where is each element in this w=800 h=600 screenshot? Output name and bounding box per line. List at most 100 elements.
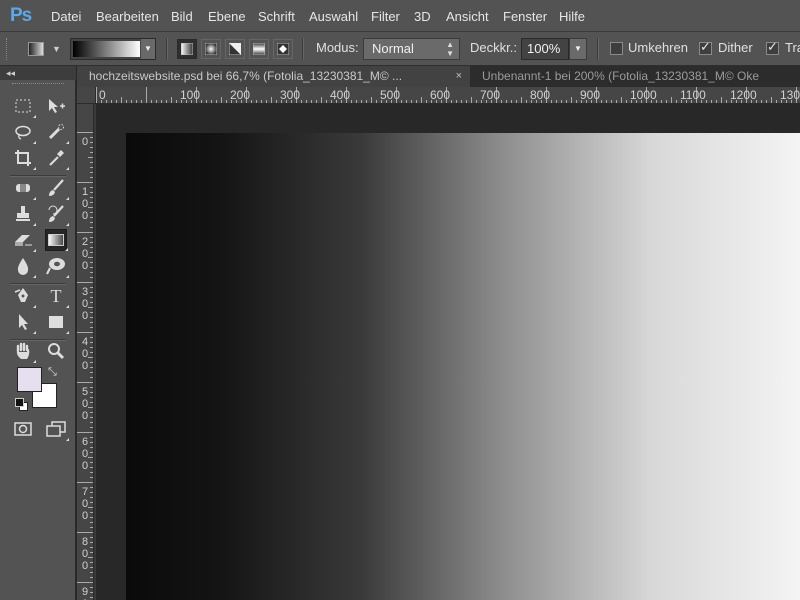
diamond-gradient-button[interactable]	[273, 39, 293, 59]
updown-arrows-icon: ▲ ▼	[446, 40, 454, 58]
gradient-tool-icon[interactable]	[45, 229, 68, 251]
divider	[597, 38, 599, 60]
swap-colors-icon[interactable]: ⤡	[48, 366, 57, 379]
ruler-label: 900	[580, 88, 601, 102]
tool-preset-icon	[28, 42, 44, 56]
diamond-gradient-icon	[277, 43, 289, 55]
ruler-label: 600	[81, 436, 89, 472]
document-canvas[interactable]	[126, 133, 800, 600]
spot-healing-tool-icon[interactable]	[12, 177, 36, 200]
ruler-label: 800	[530, 88, 551, 102]
pen-tool-icon[interactable]	[12, 285, 36, 308]
menu-schrift[interactable]: Schrift	[258, 0, 295, 32]
move-tool-icon[interactable]	[45, 95, 67, 117]
opacity-dropdown-button[interactable]: ▼	[569, 38, 587, 60]
menu-fenster[interactable]: Fenster	[503, 0, 547, 32]
marquee-tool-icon[interactable]	[12, 95, 36, 118]
ruler-label: 500	[380, 88, 401, 102]
radial-gradient-icon	[205, 43, 217, 55]
opacity-value: 100%	[527, 41, 561, 56]
divider	[302, 38, 304, 60]
close-icon[interactable]: ×	[456, 66, 462, 87]
mode-select[interactable]: Normal ▲ ▼	[363, 38, 460, 60]
default-colors-icon[interactable]	[15, 398, 28, 411]
opacity-label: Deckkr.:	[470, 40, 517, 55]
tab-unbenannt-1[interactable]: Unbenannt-1 bei 200% (Fotolia_13230381_M…	[470, 66, 800, 87]
ruler-label: 100	[180, 88, 201, 102]
menu-3d[interactable]: 3D	[414, 0, 431, 32]
mode-label: Modus:	[316, 40, 359, 55]
menu-ansicht[interactable]: Ansicht	[446, 0, 489, 32]
menu-auswahl[interactable]: Auswahl	[309, 0, 358, 32]
vertical-ruler[interactable]: 0 100 200 300 400 500 600 700 800 900	[77, 104, 94, 600]
ruler-label: 400	[81, 336, 89, 372]
ruler-label: 1100	[680, 88, 706, 102]
history-brush-tool-icon[interactable]	[45, 203, 69, 226]
menu-datei[interactable]: Datei	[51, 0, 81, 32]
screen-mode-icon[interactable]	[45, 418, 69, 441]
transparency-label: Tra	[785, 40, 800, 55]
chevron-down-icon[interactable]: ▼	[141, 39, 155, 59]
horizontal-ruler[interactable]: 0 100 200 300 400 500 600 700 800 900 10…	[96, 87, 800, 104]
document-tab-bar: hochzeitswebsite.psd bei 66,7% (Fotolia_…	[77, 66, 800, 87]
type-tool-icon[interactable]: T	[45, 285, 69, 308]
lasso-tool-icon[interactable]	[12, 121, 36, 144]
ruler-label: 800	[81, 536, 89, 572]
angle-gradient-icon	[229, 43, 241, 55]
dither-checkbox[interactable]: ✓	[699, 39, 712, 55]
ruler-origin[interactable]	[77, 87, 96, 104]
check-icon: ✓	[700, 39, 711, 54]
angle-gradient-button[interactable]	[225, 39, 245, 59]
linear-gradient-icon	[181, 43, 193, 55]
mode-value: Normal	[372, 41, 414, 56]
ruler-label: 1300	[780, 88, 800, 102]
ruler-label: 0	[81, 136, 89, 148]
options-bar: ▼ ▼ Modus: Normal ▲ ▼ Deckkr.: 100% ▼ Umk…	[0, 32, 800, 66]
options-bar-grip[interactable]	[6, 38, 9, 60]
clone-stamp-tool-icon[interactable]	[12, 203, 36, 226]
opacity-input[interactable]: 100%	[521, 38, 569, 60]
dodge-tool-icon[interactable]	[45, 255, 69, 278]
tool-preset-picker[interactable]: ▼	[22, 38, 62, 60]
tools-panel-grip[interactable]	[12, 83, 64, 87]
crop-tool-icon[interactable]	[12, 147, 36, 170]
eyedropper-tool-icon[interactable]	[45, 147, 69, 170]
collapse-panel-icon[interactable]: ◂◂	[6, 66, 15, 80]
tab-label: Unbenannt-1 bei 200% (Fotolia_13230381_M…	[482, 69, 760, 83]
menu-bild[interactable]: Bild	[171, 0, 193, 32]
brush-tool-icon[interactable]	[45, 177, 69, 200]
rectangle-tool-icon[interactable]	[45, 311, 69, 334]
reflected-gradient-button[interactable]	[249, 39, 269, 59]
ruler-label: 200	[230, 88, 251, 102]
gradient-picker[interactable]: ▼	[70, 38, 156, 60]
linear-gradient-button[interactable]	[177, 39, 197, 59]
ruler-label: 0	[99, 88, 106, 102]
path-selection-tool-icon[interactable]	[12, 311, 36, 334]
menu-hilfe[interactable]: Hilfe	[559, 0, 585, 32]
tab-hochzeitswebsite[interactable]: hochzeitswebsite.psd bei 66,7% (Fotolia_…	[77, 66, 470, 87]
menu-filter[interactable]: Filter	[371, 0, 400, 32]
reflected-gradient-icon	[253, 43, 265, 55]
menu-bearbeiten[interactable]: Bearbeiten	[96, 0, 159, 32]
ruler-label: 700	[480, 88, 501, 102]
menu-ebene[interactable]: Ebene	[208, 0, 246, 32]
ruler-label: 600	[430, 88, 451, 102]
ruler-label: 200	[81, 236, 89, 272]
tab-label: hochzeitswebsite.psd bei 66,7% (Fotolia_…	[89, 69, 403, 83]
hand-tool-icon[interactable]	[12, 340, 36, 363]
divider	[166, 38, 168, 60]
blur-tool-icon[interactable]	[12, 255, 36, 278]
quick-selection-tool-icon[interactable]	[45, 121, 69, 144]
radial-gradient-button[interactable]	[201, 39, 221, 59]
check-icon: ✓	[767, 39, 778, 54]
reverse-checkbox[interactable]	[610, 42, 623, 55]
eraser-tool-icon[interactable]	[12, 229, 36, 252]
dither-label: Dither	[718, 40, 753, 55]
foreground-color-swatch[interactable]	[17, 367, 42, 392]
ruler-label: 700	[81, 486, 89, 522]
reverse-label: Umkehren	[628, 40, 688, 55]
transparency-checkbox[interactable]: ✓	[766, 39, 779, 55]
ruler-label: 1000	[630, 88, 657, 102]
zoom-tool-icon[interactable]	[45, 340, 67, 362]
quick-mask-icon[interactable]	[12, 418, 34, 440]
